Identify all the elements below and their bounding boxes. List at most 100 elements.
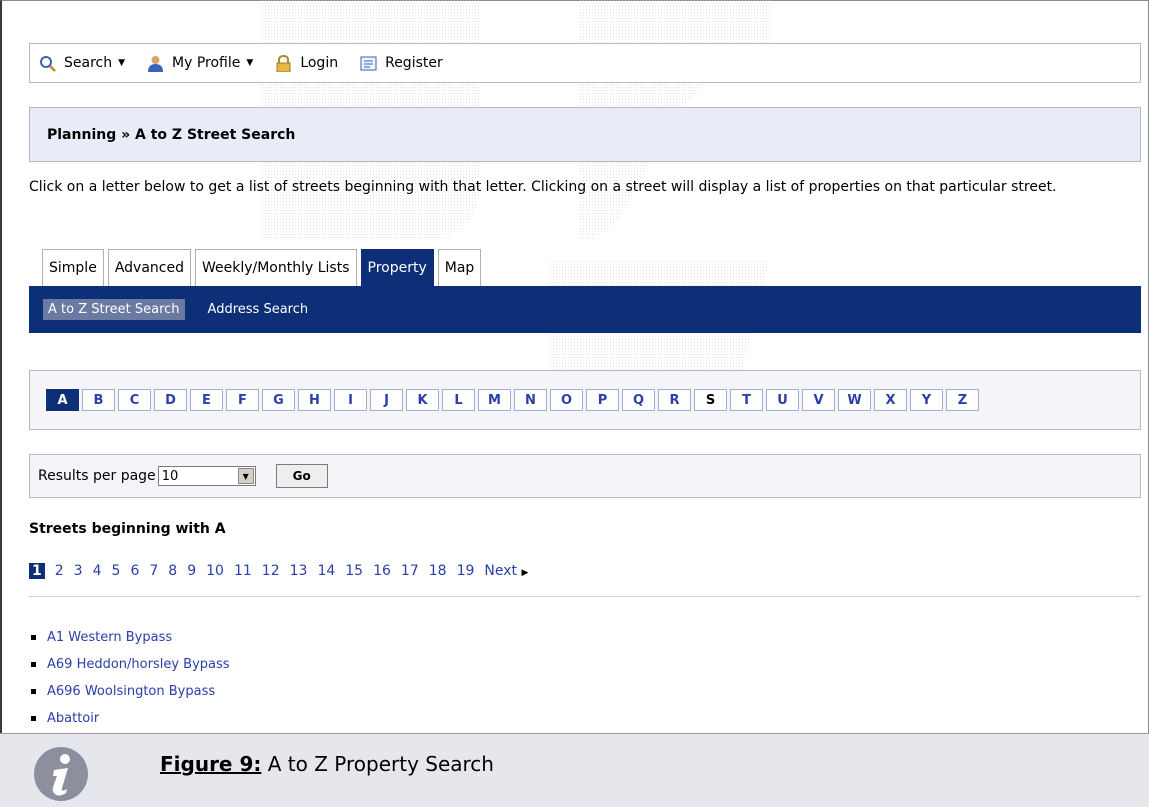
page-link-9[interactable]: 9 — [187, 563, 196, 579]
intro-text: Click on a letter below to get a list of… — [29, 179, 1057, 195]
letter-d[interactable]: D — [154, 389, 187, 411]
register-link[interactable]: Register — [360, 55, 443, 72]
page-link-8[interactable]: 8 — [168, 563, 177, 579]
next-page-link[interactable]: Next ▶ — [484, 563, 528, 579]
top-toolbar: Search ▼ My Profile ▼ Login Register — [29, 43, 1141, 83]
login-link[interactable]: Login — [275, 54, 339, 72]
page-link-12[interactable]: 12 — [262, 563, 280, 579]
letter-f[interactable]: F — [226, 389, 259, 411]
street-link[interactable]: Abattoir — [47, 711, 99, 726]
letter-j[interactable]: J — [370, 389, 403, 411]
lock-icon — [276, 54, 291, 72]
letter-y[interactable]: Y — [910, 389, 943, 411]
breadcrumb-text: Planning » A to Z Street Search — [47, 126, 296, 143]
divider — [29, 596, 1141, 597]
subnav-a-to-z-street-search[interactable]: A to Z Street Search — [43, 299, 185, 320]
results-per-page-select[interactable]: 10 ▼ — [157, 466, 256, 486]
breadcrumb: Planning » A to Z Street Search — [29, 107, 1141, 162]
list-item[interactable]: A696 Woolsington Bypass — [31, 678, 230, 705]
page-link-10[interactable]: 10 — [206, 563, 224, 579]
profile-menu[interactable]: My Profile ▼ — [147, 55, 253, 72]
search-menu-label: Search — [64, 55, 113, 71]
form-icon — [360, 56, 377, 70]
chevron-down-icon: ▼ — [118, 58, 126, 68]
chevron-down-icon: ▼ — [246, 58, 254, 68]
info-icon — [34, 747, 88, 801]
letter-l[interactable]: L — [442, 389, 475, 411]
caret-right-icon: ▶ — [521, 568, 529, 578]
street-link[interactable]: A69 Heddon/horsley Bypass — [47, 657, 230, 672]
search-menu[interactable]: Search ▼ — [39, 55, 125, 72]
chevron-down-icon: ▼ — [237, 468, 254, 484]
subnav-address-search[interactable]: Address Search — [203, 299, 314, 320]
user-icon — [148, 55, 164, 72]
tab-map[interactable]: Map — [437, 249, 482, 286]
letter-g[interactable]: G — [262, 389, 295, 411]
letter-p[interactable]: P — [586, 389, 619, 411]
streets-list: A1 Western Bypass A69 Heddon/horsley Byp… — [31, 624, 230, 732]
page-link-18[interactable]: 18 — [429, 563, 447, 579]
tab-weekly-monthly-lists[interactable]: Weekly/Monthly Lists — [194, 249, 357, 286]
caption-title: A to Z Property Search — [261, 752, 494, 776]
list-item[interactable]: A1 Western Bypass — [31, 624, 230, 651]
list-item[interactable]: A69 Heddon/horsley Bypass — [31, 651, 230, 678]
letter-a[interactable]: A — [46, 389, 79, 411]
property-subnav: A to Z Street Search Address Search — [29, 286, 1141, 333]
figure-caption: Figure 9: A to Z Property Search — [0, 733, 1149, 807]
page-link-4[interactable]: 4 — [93, 563, 102, 579]
street-link[interactable]: A696 Woolsington Bypass — [47, 684, 215, 699]
street-link[interactable]: A1 Western Bypass — [47, 630, 172, 645]
page-link-3[interactable]: 3 — [74, 563, 83, 579]
letter-b[interactable]: B — [82, 389, 115, 411]
pagination: 1 2 3 4 5 6 7 8 9 10 11 12 13 14 15 16 1… — [29, 563, 538, 579]
bullet-icon — [31, 635, 36, 640]
page-link-11[interactable]: 11 — [234, 563, 252, 579]
page-link-1[interactable]: 1 — [29, 563, 45, 579]
letter-n[interactable]: N — [514, 389, 547, 411]
page-link-17[interactable]: 17 — [401, 563, 419, 579]
letter-z[interactable]: Z — [946, 389, 979, 411]
results-per-page-label: Results per page — [38, 468, 156, 484]
page-link-6[interactable]: 6 — [130, 563, 139, 579]
page-link-2[interactable]: 2 — [55, 563, 64, 579]
figure-label: Figure 9: — [160, 752, 262, 776]
streets-heading: Streets beginning with A — [29, 521, 226, 537]
page-link-16[interactable]: 16 — [373, 563, 391, 579]
letter-k[interactable]: K — [406, 389, 439, 411]
page-link-5[interactable]: 5 — [112, 563, 121, 579]
letter-e[interactable]: E — [190, 389, 223, 411]
tab-property[interactable]: Property — [360, 249, 434, 286]
page-link-15[interactable]: 15 — [345, 563, 363, 579]
letter-u[interactable]: U — [766, 389, 799, 411]
page-link-19[interactable]: 19 — [457, 563, 475, 579]
letter-h[interactable]: H — [298, 389, 331, 411]
next-page-label: Next — [484, 563, 518, 579]
page-link-14[interactable]: 14 — [317, 563, 335, 579]
letter-t[interactable]: T — [730, 389, 763, 411]
letter-o[interactable]: O — [550, 389, 583, 411]
letter-i[interactable]: I — [334, 389, 367, 411]
letter-v[interactable]: V — [802, 389, 835, 411]
letter-s[interactable]: S — [694, 389, 727, 411]
login-label: Login — [300, 55, 339, 71]
search-tabs: Simple Advanced Weekly/Monthly Lists Pro… — [42, 249, 485, 286]
letter-picker: A B C D E F G H I J K L M N O P Q R S T … — [29, 370, 1141, 430]
letter-x[interactable]: X — [874, 389, 907, 411]
bullet-icon — [31, 689, 36, 694]
page-link-13[interactable]: 13 — [290, 563, 308, 579]
letter-r[interactable]: R — [658, 389, 691, 411]
list-item[interactable]: Abattoir — [31, 705, 230, 732]
search-icon — [40, 55, 56, 72]
results-per-page-bar: Results per page 10 ▼ Go — [29, 454, 1141, 498]
page-link-7[interactable]: 7 — [149, 563, 158, 579]
tab-simple[interactable]: Simple — [42, 249, 104, 286]
letter-c[interactable]: C — [118, 389, 151, 411]
caption-text: Figure 9: A to Z Property Search — [160, 752, 494, 776]
tab-advanced[interactable]: Advanced — [107, 249, 191, 286]
go-button[interactable]: Go — [275, 464, 328, 488]
letter-q[interactable]: Q — [622, 389, 655, 411]
letter-m[interactable]: M — [478, 389, 511, 411]
letter-w[interactable]: W — [838, 389, 871, 411]
profile-menu-label: My Profile — [172, 55, 241, 71]
register-label: Register — [385, 55, 443, 71]
